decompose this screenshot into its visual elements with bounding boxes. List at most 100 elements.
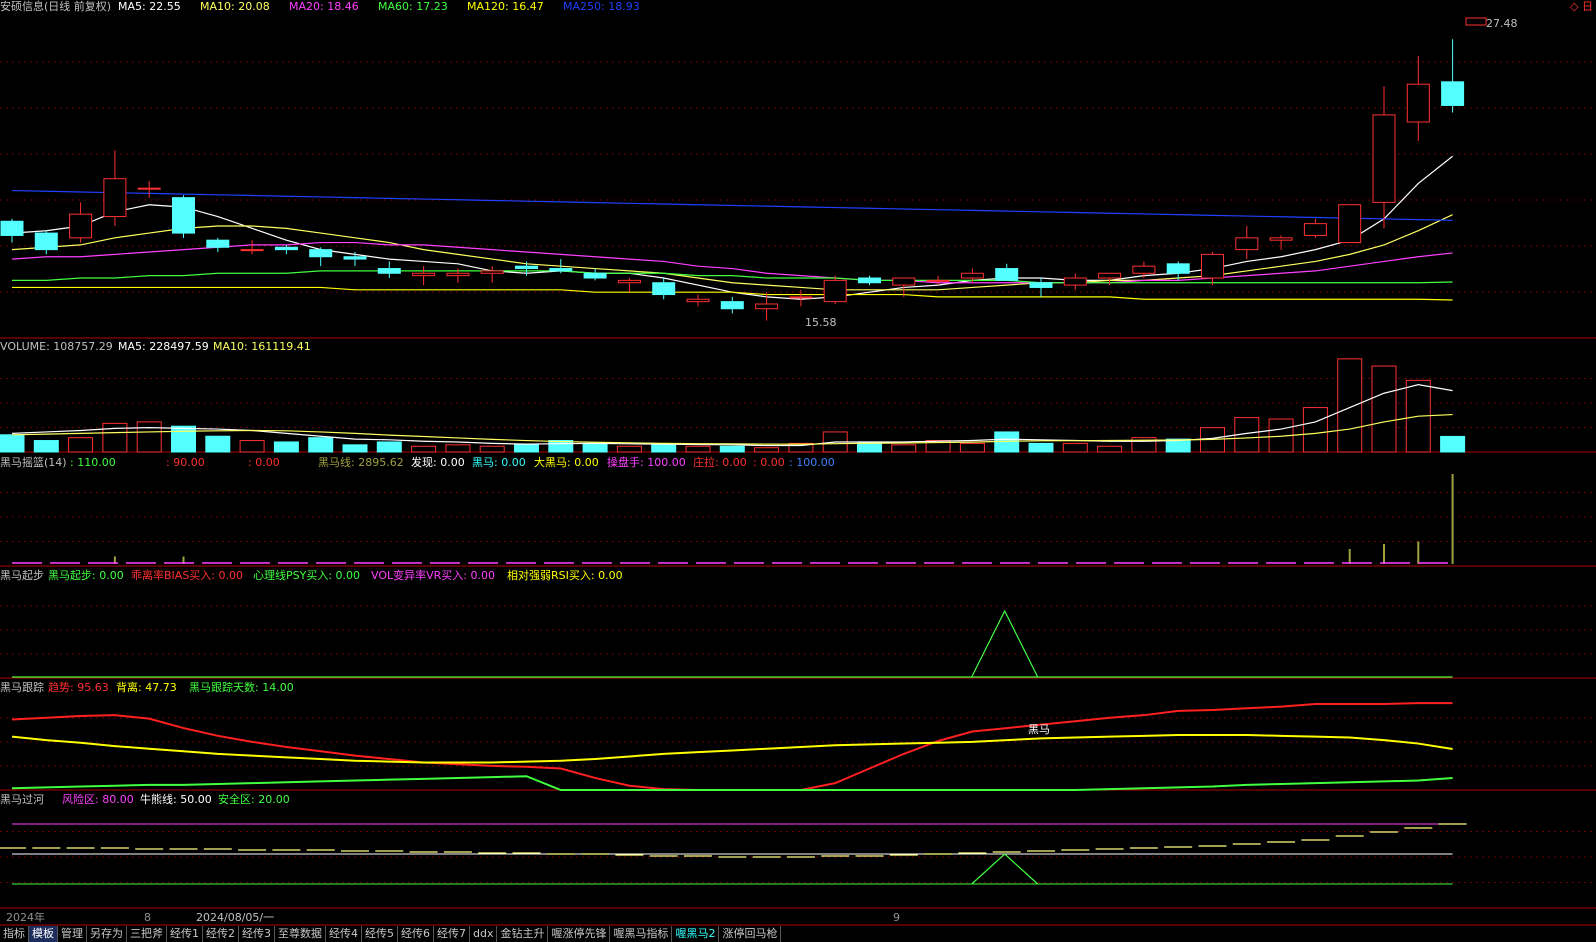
panel3-header-item: : 110.00 — [70, 456, 116, 469]
ma-legend-item: MA250: 18.93 — [563, 0, 640, 13]
start-signal-peak — [971, 609, 1039, 678]
panel4-header-item: 黑马起步: 0.00 — [48, 569, 124, 582]
panel3-header-item: 庄拉: 0.00 — [693, 456, 747, 469]
tab-1[interactable]: 模板 — [29, 926, 58, 942]
tab-11[interactable]: 经传6 — [398, 926, 434, 942]
price-low-label: 15.58 — [805, 316, 837, 329]
volume-bar — [136, 421, 162, 453]
panel3-header-item: 黑马摇篮(14) — [0, 456, 67, 469]
ma-line-ma250 — [11, 189, 1453, 221]
tab-3[interactable]: 另存为 — [87, 926, 127, 942]
candle-body — [858, 277, 881, 284]
period-corner[interactable]: ◇ 日 — [1570, 0, 1593, 13]
tab-14[interactable]: 金钻主升 — [497, 926, 549, 942]
chart-title: 安硕信息(日线 前复权) — [0, 0, 112, 13]
panel6-header-item: 黑马过河 — [0, 793, 44, 806]
panel3-header-item: : 0.00 — [248, 456, 280, 469]
panel5-header-item: 黑马跟踪 — [0, 681, 44, 694]
tracking-annotation: 黑马 — [1028, 723, 1050, 736]
axis-year-label: 2024年 — [6, 911, 45, 924]
axis-date-cursor: 2024/08/05/一 — [196, 911, 275, 924]
tab-16[interactable]: 喔黑马指标 — [610, 926, 673, 942]
candle-body — [617, 279, 641, 284]
panel5-header-item: 背离: 47.73 — [116, 681, 177, 694]
volume-bar — [0, 434, 25, 453]
candle-body — [1029, 282, 1053, 288]
ma-legend-item: MA20: 18.46 — [289, 0, 359, 13]
candle-body — [1372, 114, 1396, 203]
candle-body — [960, 272, 984, 279]
tab-4[interactable]: 三把斧 — [127, 926, 167, 942]
volume-bar — [479, 445, 505, 453]
ma-line-ma10 — [11, 214, 1453, 291]
panel6-header-item: 牛熊线: 50.00 — [140, 793, 212, 806]
volume-header-item: MA10: 161119.41 — [213, 340, 311, 353]
tab-8[interactable]: 至尊数据 — [275, 926, 326, 942]
tab-6[interactable]: 经传2 — [203, 926, 239, 942]
candle-body — [1406, 83, 1430, 123]
candle-body — [1201, 253, 1224, 279]
candle-body — [720, 301, 744, 310]
candle-body — [1098, 272, 1122, 279]
candle-body — [1338, 204, 1362, 244]
tab-0[interactable]: 指标 — [0, 926, 29, 942]
panel3-header-item: : 90.00 — [166, 456, 205, 469]
volume-header-item: MA5: 228497.59 — [118, 340, 209, 353]
candle-body — [172, 197, 195, 234]
panel3-header-item: 发现: 0.00 — [411, 456, 465, 469]
panel6-header-item: 安全区: 20.00 — [218, 793, 290, 806]
volume-bar — [273, 441, 299, 453]
volume-bar — [411, 445, 437, 453]
panel5-header-item: 黑马跟踪天数: 14.00 — [189, 681, 294, 694]
panel3-header-item: 操盘手: 100.00 — [607, 456, 686, 469]
volume-bar — [1028, 442, 1054, 453]
panel3-header-item: 黑马线: 2895.62 — [318, 456, 404, 469]
tab-9[interactable]: 经传4 — [326, 926, 362, 942]
candle-body — [1132, 265, 1156, 274]
volume-bar — [891, 444, 917, 453]
volume-bar — [33, 440, 59, 453]
tab-2[interactable]: 管理 — [58, 926, 87, 942]
volume-bar — [376, 441, 402, 453]
tab-5[interactable]: 经传1 — [167, 926, 203, 942]
panel6-header-item: 风险区: 80.00 — [62, 793, 134, 806]
candle-body — [34, 232, 58, 251]
ma-legend-item: MA5: 22.55 — [118, 0, 181, 13]
candle-body — [206, 239, 230, 248]
volume-bar — [959, 442, 985, 453]
candle-body — [1269, 237, 1293, 241]
volume-bar — [754, 447, 780, 453]
indicator-tab-bar: 指标 模板 管理 另存为 三把斧 经传1 经传2 经传3 至尊数据 经传4 经传5 经传6 经传7 ddx… — [0, 926, 1596, 942]
panel4-header-item: 乖离率BIAS买入: 0.00 — [131, 569, 243, 582]
panel4-header-item: 黑马起步 — [0, 569, 44, 582]
tab-15[interactable]: 喔涨停先锋 — [548, 926, 611, 942]
tab-10[interactable]: 经传5 — [362, 926, 398, 942]
candle-body — [103, 178, 127, 218]
tracking-divergence-line — [11, 733, 1453, 764]
candle-body — [515, 265, 538, 270]
candle-body — [0, 220, 24, 236]
candle-body — [583, 272, 607, 279]
crossing-signal-peak — [971, 853, 1039, 885]
tab-18[interactable]: 涨停回马枪 — [719, 926, 782, 942]
tab-12[interactable]: 经传7 — [434, 926, 470, 942]
volume-bar — [1062, 442, 1088, 453]
ma-line-ma5 — [11, 155, 1453, 300]
panel4-header-item: VOL变异率VR买入: 0.00 — [371, 569, 495, 582]
tab-7[interactable]: 经传3 — [239, 926, 275, 942]
tab-17[interactable]: 喔黑马2 — [672, 926, 720, 942]
candle-body — [892, 277, 916, 286]
candle-body — [412, 272, 436, 277]
volume-bar — [205, 435, 231, 453]
candle-body — [926, 279, 950, 282]
tracking-trend-line — [11, 702, 1453, 791]
tab-13[interactable]: ddx — [470, 926, 498, 942]
candle-body — [823, 279, 847, 303]
volume-bar — [171, 425, 196, 453]
candle-body — [137, 187, 161, 190]
candle-body — [686, 298, 710, 303]
volume-bar — [1302, 407, 1328, 453]
tracking-days-line — [11, 775, 1453, 791]
volume-bar — [719, 445, 745, 453]
volume-bar — [514, 444, 539, 453]
